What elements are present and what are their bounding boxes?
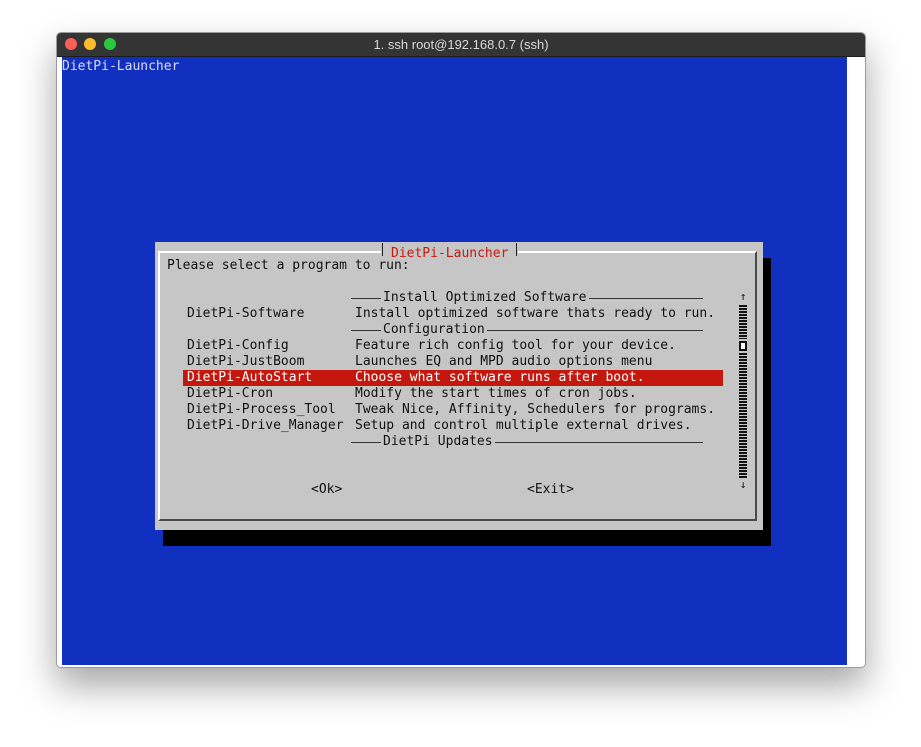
ok-button[interactable]: <Ok>: [311, 482, 342, 498]
menu-item[interactable]: DietPi-Software Install optimized softwa…: [183, 306, 723, 322]
menu-scrollbar[interactable]: ↑ ↓: [739, 291, 747, 493]
section-configuration-label: Configuration: [381, 322, 487, 338]
menu-item[interactable]: DietPi-JustBoom Launches EQ and MPD audi…: [183, 354, 723, 370]
section-updates-label: DietPi Updates: [381, 434, 495, 450]
menu-item-name: DietPi-Software: [187, 306, 305, 321]
menu-item-desc: Tweak Nice, Affinity, Schedulers for pro…: [355, 402, 716, 417]
menu-item-desc: Choose what software runs after boot.: [355, 370, 645, 385]
scroll-thumb[interactable]: [739, 341, 747, 351]
menu-item-name: DietPi-Cron: [187, 386, 274, 401]
menu-item-desc: Modify the start times of cron jobs.: [355, 386, 637, 401]
menu-item-name: DietPi-Config: [187, 338, 289, 353]
dialog-title: DietPi-Launcher: [381, 242, 519, 261]
scroll-track: [739, 353, 747, 479]
launcher-dialog: DietPi-Launcher Please select a program …: [155, 242, 763, 530]
dialog-prompt: Please select a program to run:: [167, 258, 410, 273]
menu-item-desc: Setup and control multiple external driv…: [355, 418, 692, 433]
terminal-screen[interactable]: DietPi-Launcher DietPi-Launcher Please s…: [62, 57, 847, 665]
window-titlebar[interactable]: 1. ssh root@192.168.0.7 (ssh): [57, 33, 865, 57]
menu-item-desc: Launches EQ and MPD audio options menu: [355, 354, 653, 369]
menu-item[interactable]: DietPi-Config Feature rich config tool f…: [183, 338, 723, 354]
terminal-title: DietPi-Launcher: [62, 59, 180, 74]
menu-item[interactable]: DietPi-Drive_Manager Setup and control m…: [183, 418, 723, 434]
menu-item-selected[interactable]: DietPi-AutoStart Choose what software ru…: [183, 370, 723, 386]
menu-item-desc: Install optimized software thats ready t…: [355, 306, 716, 321]
scroll-down-icon[interactable]: ↓: [737, 479, 749, 491]
menu-item-name: DietPi-AutoStart: [187, 370, 313, 385]
menu-item-name: DietPi-Drive_Manager: [187, 418, 344, 433]
menu-item-name: DietPi-Process_Tool: [187, 402, 336, 417]
menu-item-desc: Feature rich config tool for your device…: [355, 338, 676, 353]
window-title: 1. ssh root@192.168.0.7 (ssh): [373, 37, 549, 52]
terminal-scrollbar[interactable]: [847, 57, 865, 665]
menu-item-name: DietPi-JustBoom: [187, 354, 305, 369]
menu-item[interactable]: DietPi-Cron Modify the start times of cr…: [183, 386, 723, 402]
exit-button[interactable]: <Exit>: [527, 482, 574, 498]
scroll-track: [739, 305, 747, 339]
menu-item[interactable]: DietPi-Process_Tool Tweak Nice, Affinity…: [183, 402, 723, 418]
scroll-up-icon[interactable]: ↑: [737, 291, 749, 303]
terminal-window: 1. ssh root@192.168.0.7 (ssh) DietPi-Lau…: [56, 32, 866, 668]
section-install-label: Install Optimized Software: [381, 290, 589, 306]
